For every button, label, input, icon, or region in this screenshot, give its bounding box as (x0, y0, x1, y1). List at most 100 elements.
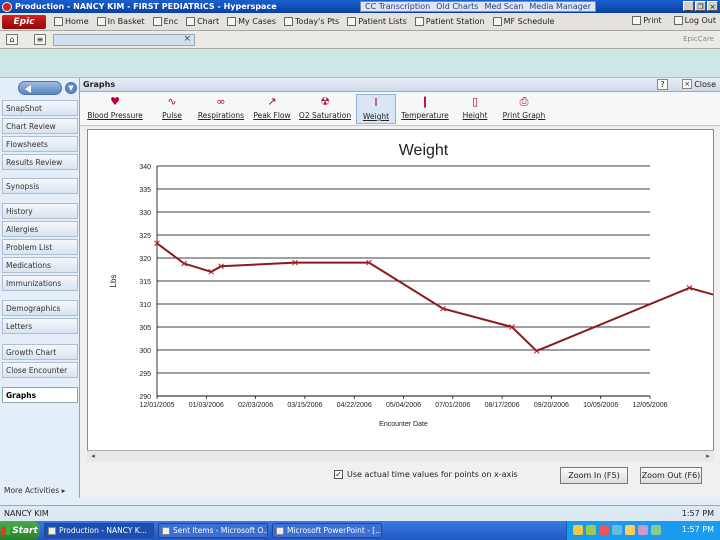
chevron-down-icon[interactable]: ▼ (65, 82, 77, 94)
nav-item-problem-list[interactable]: Problem List (2, 239, 78, 255)
graph-blood-pressure-button[interactable]: ♥ Blood Pressure (84, 94, 146, 124)
close-window-icon[interactable]: × (707, 1, 718, 11)
start-button[interactable]: Start (0, 521, 40, 540)
actual-time-label: Use actual time values for points on x-a… (347, 470, 518, 479)
logout-button[interactable]: Log Out (673, 16, 716, 25)
minimize-icon[interactable]: _ (683, 1, 694, 11)
x-tick-label: 12/05/2006 (632, 402, 667, 409)
nav-item-snapshot[interactable]: SnapShot (2, 100, 78, 116)
nav-item-synopsis[interactable]: Synopsis (2, 178, 78, 194)
nav-item-chart-review[interactable]: Chart Review (2, 118, 78, 134)
toolbar-my-cases[interactable]: My Cases (227, 17, 276, 26)
restore-icon[interactable]: ❐ (695, 1, 706, 11)
toolbar-in-basket[interactable]: In Basket (96, 17, 145, 26)
scroll-right-icon[interactable]: ▸ (703, 452, 713, 462)
taskbar-item-powerpoint[interactable]: Microsoft PowerPoint - [... (272, 523, 382, 538)
toolbar-chart-label: Chart (197, 17, 220, 26)
nav-item-medications[interactable]: Medications (2, 257, 78, 273)
y-tick-label: 300 (139, 348, 151, 355)
close-button[interactable]: × Close (682, 79, 716, 89)
more-activities-label: More Activities (4, 486, 60, 495)
nav-item-graphs[interactable]: Graphs (2, 387, 78, 403)
zoom-out-button[interactable]: Zoom Out (F6) (640, 467, 702, 484)
nav-item-allergies[interactable]: Allergies (2, 221, 78, 237)
taskbar-item-sent-items[interactable]: Sent Items - Microsoft O... (158, 523, 268, 538)
toolbar-home[interactable]: Home (54, 17, 89, 26)
nav-item-immunizations[interactable]: Immunizations (2, 275, 78, 291)
graph-pulse-button[interactable]: ∿ Pulse (154, 94, 190, 124)
toolbar-enc[interactable]: Enc (152, 17, 178, 26)
toolbar-my-cases-label: My Cases (238, 17, 277, 26)
patients-icon (284, 17, 294, 26)
tray-icon-5[interactable] (625, 525, 635, 535)
tray-icon-3[interactable] (599, 525, 609, 535)
toolbar-chart[interactable]: Chart (186, 17, 219, 26)
tray-icon-2[interactable] (586, 525, 596, 535)
chart-icon (186, 17, 196, 26)
actual-time-checkbox[interactable]: ✓ (334, 470, 343, 479)
link-med-scan[interactable]: Med Scan (484, 2, 523, 11)
weight-chart-svg: Weight 290 295 300 305 310 315 320 325 330 335 340 1… (109, 142, 713, 428)
toolbar-patient-station[interactable]: Patient Station (414, 17, 485, 26)
list-icon[interactable]: ≡ (34, 34, 46, 45)
link-media-manager[interactable]: Media Manager (529, 2, 591, 11)
zoom-in-button[interactable]: Zoom In (F5) (560, 467, 628, 484)
close-tab-icon[interactable]: × (183, 34, 191, 44)
thermometer-icon: ❙ (420, 95, 430, 108)
nav-footer (0, 498, 720, 505)
print-button[interactable]: Print (632, 16, 662, 25)
pin-icon[interactable]: ⌂ (6, 34, 18, 45)
nav-item-close-encounter[interactable]: Close Encounter (2, 362, 78, 378)
window-titlebar: Production - NANCY KIM - FIRST PEDIATRIC… (0, 0, 720, 13)
toolbar-mf-schedule[interactable]: MF Schedule (492, 17, 554, 26)
nav-item-flowsheets[interactable]: Flowsheets (2, 136, 78, 152)
tray-icon-4[interactable] (612, 525, 622, 535)
activity-nav: ▼ SnapShot Chart Review Flowsheets Resul… (0, 78, 80, 498)
titlebar-links: CC Transcription Old Charts Med Scan Med… (360, 1, 597, 12)
windows-taskbar: Start Production - NANCY K... Sent Items… (0, 521, 720, 540)
graph-temperature-button[interactable]: ❙ Temperature (400, 94, 450, 124)
graph-respirations-button[interactable]: ∞ Respirations (194, 94, 248, 124)
y-tick-label: 335 (139, 187, 151, 194)
graph-pulse-label: Pulse (162, 111, 182, 120)
chart-scrollbar[interactable]: ◂ ▸ (87, 450, 714, 462)
y-tick-label: 325 (139, 233, 151, 240)
graphs-panel: Graphs ? × Close ♥ Blood Pressure ∿ Pulse ∞… (80, 78, 720, 498)
printer-icon: ⎙ (519, 95, 529, 108)
graph-height-button[interactable]: ▯ Height (456, 94, 494, 124)
scroll-left-icon[interactable]: ◂ (88, 452, 98, 462)
graph-weight-button[interactable]: I Weight (356, 94, 396, 124)
link-cc-transcription[interactable]: CC Transcription (365, 2, 430, 11)
tray-icon-6[interactable] (638, 525, 648, 535)
nav-item-results-review[interactable]: Results Review (2, 154, 78, 170)
actual-time-option[interactable]: ✓ Use actual time values for points on x… (334, 470, 518, 479)
system-tray: 1:57 PM (566, 521, 720, 540)
taskbar-item-production[interactable]: Production - NANCY K... (44, 523, 154, 538)
nav-item-demographics[interactable]: Demographics (2, 300, 78, 316)
more-activities-button[interactable]: More Activities ▸ (4, 486, 65, 495)
epic-task-icon (48, 527, 56, 535)
nav-item-letters[interactable]: Letters (2, 318, 78, 334)
graph-o2-saturation-button[interactable]: ☢ O2 Saturation (296, 94, 354, 124)
cases-icon (227, 17, 237, 26)
back-button[interactable]: ▼ (18, 81, 77, 95)
y-tick-label: 295 (139, 371, 151, 378)
tray-icon-1[interactable] (573, 525, 583, 535)
status-time: 1:57 PM (681, 509, 714, 518)
help-icon[interactable]: ? (657, 79, 668, 90)
schedule-icon (492, 17, 502, 26)
nav-item-growth-chart[interactable]: Growth Chart (2, 344, 78, 360)
toolbar-todays-pts[interactable]: Today's Pts (284, 17, 339, 26)
x-tick-label: 04/22/2006 (337, 402, 372, 409)
toolbar-patient-lists[interactable]: Patient Lists (347, 17, 407, 26)
graph-temperature-label: Temperature (401, 111, 449, 120)
lungs-icon: ∞ (216, 95, 226, 108)
link-old-charts[interactable]: Old Charts (436, 2, 478, 11)
nav-item-history[interactable]: History (2, 203, 78, 219)
graph-peak-flow-button[interactable]: ↗ Peak Flow (250, 94, 294, 124)
print-graph-button[interactable]: ⎙ Print Graph (500, 94, 548, 124)
tray-icon-7[interactable] (651, 525, 661, 535)
patient-workspace-tab[interactable]: × (53, 34, 195, 46)
epic-menu-button[interactable]: Epic (2, 14, 46, 29)
back-arrow-icon (25, 85, 31, 93)
